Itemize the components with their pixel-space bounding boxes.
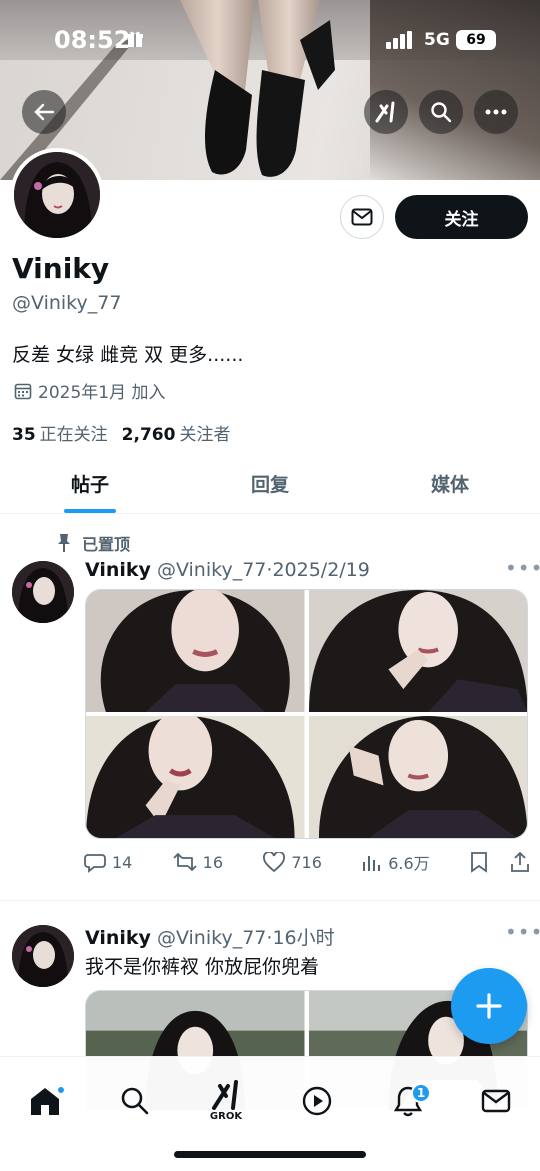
profile-handle: @Viniky_77 <box>12 292 122 314</box>
post-text: 我不是你裤衩 你放屁你兜着 <box>85 956 320 978</box>
photo-image <box>86 716 305 838</box>
post-photo-4[interactable] <box>308 716 527 838</box>
grok-icon <box>375 101 395 123</box>
envelope-icon <box>351 208 373 226</box>
grok-button[interactable] <box>364 90 408 134</box>
pinned-indicator: 已置顶 <box>56 531 130 555</box>
profile-tabs: 帖子 回复 媒体 <box>0 456 540 514</box>
reply-icon <box>84 854 106 873</box>
views-icon <box>363 856 381 871</box>
profile-avatar[interactable] <box>10 148 104 242</box>
follow-button[interactable]: 关注 <box>395 195 528 239</box>
avatar-portrait <box>14 152 100 238</box>
post-author-name[interactable]: Viniky <box>85 927 151 949</box>
following-link[interactable]: 35 正在关注 <box>12 420 108 445</box>
followers-label: 关注者 <box>179 425 231 445</box>
share-icon[interactable] <box>510 851 530 873</box>
tab-media[interactable]: 媒体 <box>360 456 540 513</box>
bookmark-icon[interactable] <box>470 851 488 873</box>
followers-link[interactable]: 2,760 关注者 <box>122 420 231 445</box>
joined-date: 2025年1月 加入 <box>14 378 165 403</box>
signal-icon <box>386 31 412 49</box>
reply-button[interactable]: 14 <box>84 850 132 874</box>
avatar-portrait <box>12 925 74 987</box>
avatar-portrait <box>12 561 74 623</box>
post-extra-actions <box>470 850 530 874</box>
repost-button[interactable]: 16 <box>173 850 223 874</box>
following-count: 35 <box>12 425 36 445</box>
back-button[interactable] <box>22 90 66 134</box>
post-divider <box>0 900 540 901</box>
home-indicator <box>174 1151 366 1158</box>
post-media-grid <box>85 589 528 839</box>
more-icon <box>485 109 507 115</box>
post-author-handle[interactable]: @Viniky_77 <box>157 559 266 581</box>
reply-count: 14 <box>112 852 133 872</box>
post-avatar[interactable] <box>12 925 74 987</box>
post-more-icon[interactable]: ••• <box>505 556 540 580</box>
status-bar: 08:52 5G 69 <box>0 0 540 80</box>
post-author-handle[interactable]: @Viniky_77 <box>157 927 266 949</box>
post-more-icon[interactable]: ••• <box>505 920 540 944</box>
compose-button[interactable] <box>451 968 527 1044</box>
plus-icon <box>476 993 502 1019</box>
post-photo-2[interactable] <box>308 590 527 712</box>
post-photo-1[interactable] <box>86 590 305 712</box>
follow-stats: 35 正在关注 2,760 关注者 <box>12 420 230 445</box>
pinned-label: 已置顶 <box>82 535 131 554</box>
grok-label: GROK <box>209 1111 243 1122</box>
post-author-name[interactable]: Viniky <box>85 559 151 581</box>
nav-grok[interactable]: GROK <box>196 1071 256 1131</box>
views-button[interactable]: 6.6万 <box>362 850 430 874</box>
nav-messages[interactable] <box>466 1071 526 1131</box>
grok-icon <box>212 1080 238 1110</box>
pin-icon <box>58 534 70 552</box>
like-count: 716 <box>291 852 322 872</box>
repost-count: 16 <box>202 852 224 872</box>
calendar-icon <box>14 383 32 399</box>
nav-home[interactable] <box>15 1071 75 1131</box>
heart-icon <box>263 852 286 872</box>
nav-video[interactable] <box>287 1071 347 1131</box>
post-avatar[interactable] <box>12 561 74 623</box>
search-icon <box>121 1087 149 1115</box>
post-meta: Viniky @Viniky_77·16小时 <box>85 923 335 950</box>
photo-image <box>308 716 527 838</box>
following-label: 正在关注 <box>39 425 108 445</box>
views-count: 6.6万 <box>388 854 430 873</box>
post-photo-3[interactable] <box>86 716 305 838</box>
tab-replies[interactable]: 回复 <box>180 456 360 513</box>
joined-text: 2025年1月 加入 <box>38 383 166 403</box>
message-button[interactable] <box>340 195 384 239</box>
nav-search[interactable] <box>105 1071 165 1131</box>
battery-indicator: 69 <box>456 30 496 50</box>
post-time[interactable]: 16小时 <box>272 927 334 949</box>
post-time[interactable]: 2025/2/19 <box>272 559 369 581</box>
profile-name: Viniky <box>12 252 110 285</box>
repost-icon <box>173 853 197 871</box>
network-type: 5G <box>424 30 450 50</box>
search-button[interactable] <box>419 90 463 134</box>
photo-image <box>86 590 305 712</box>
arrow-left-icon <box>34 103 55 121</box>
post-actions: 14 16 716 6.6万 <box>84 850 530 874</box>
envelope-icon <box>481 1089 511 1113</box>
photo-image <box>308 590 527 712</box>
more-button[interactable] <box>474 90 518 134</box>
post-meta: Viniky @Viniky_77·2025/2/19 <box>85 559 370 581</box>
gift-icon <box>127 31 143 47</box>
tab-posts[interactable]: 帖子 <box>0 456 180 513</box>
status-time: 08:52 <box>54 26 131 54</box>
search-icon <box>431 102 452 123</box>
followers-count: 2,760 <box>121 425 176 445</box>
home-unread-dot <box>56 1085 66 1095</box>
like-button[interactable]: 716 <box>263 850 322 874</box>
notifications-badge: 1 <box>411 1083 431 1103</box>
nav-notifications[interactable]: 1 <box>378 1071 438 1131</box>
profile-bio: 反差 女绿 雌竞 双 更多...... <box>12 344 244 366</box>
play-circle-icon <box>302 1086 332 1116</box>
